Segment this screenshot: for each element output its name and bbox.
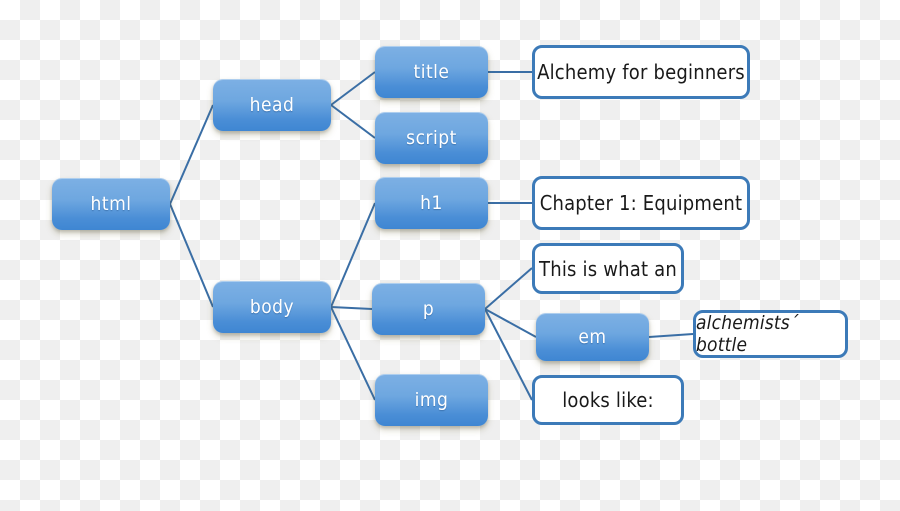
- tag-node-p[interactable]: p: [372, 283, 485, 335]
- text-box-title-text[interactable]: Alchemy for beginners: [532, 45, 750, 99]
- connector-head-to-script: [330, 104, 376, 139]
- tag-node-html[interactable]: html: [52, 178, 170, 230]
- connector-html-to-head: [169, 104, 214, 205]
- text-box-label: Chapter 1: Equipment: [539, 191, 743, 215]
- text-box-label: alchemists´ bottle: [696, 312, 799, 356]
- tag-node-em[interactable]: em: [536, 313, 649, 361]
- text-box-label: Alchemy for beginners: [537, 60, 745, 84]
- connector-body-to-img: [330, 306, 376, 401]
- diagram-canvas: html head body title script h1 p img em Alchemy f…: [0, 0, 900, 511]
- connector-body-to-p: [330, 306, 373, 310]
- tag-node-label: em: [578, 326, 607, 348]
- text-box-p-text-2[interactable]: looks like:: [532, 375, 684, 425]
- tag-node-label: html: [90, 193, 132, 215]
- connector-html-to-body: [169, 203, 214, 308]
- connector-p-to-p-text-1: [484, 267, 533, 310]
- tag-node-label: script: [406, 127, 457, 149]
- text-box-h1-text[interactable]: Chapter 1: Equipment: [532, 176, 750, 230]
- tag-node-label: img: [414, 389, 449, 411]
- text-box-label: looks like:: [562, 388, 654, 412]
- connector-p-to-em: [484, 308, 537, 338]
- connector-p-to-p-text-2: [484, 308, 533, 401]
- text-box-label: This is what an: [539, 256, 677, 281]
- tag-node-img[interactable]: img: [375, 374, 488, 426]
- tag-node-label: p: [422, 298, 435, 320]
- tag-node-label: h1: [420, 192, 443, 214]
- connector-body-to-h1: [330, 202, 376, 308]
- connector-em-to-em-text: [648, 333, 694, 338]
- tag-node-h1[interactable]: h1: [375, 177, 488, 229]
- text-box-em-text[interactable]: alchemists´ bottle: [693, 310, 848, 358]
- tag-node-label: body: [249, 296, 295, 318]
- text-box-p-text-1[interactable]: This is what an: [532, 243, 684, 294]
- tag-node-script[interactable]: script: [375, 112, 488, 164]
- tag-node-label: title: [413, 61, 450, 83]
- tag-node-label: head: [249, 94, 295, 116]
- tag-node-title[interactable]: title: [375, 46, 488, 98]
- tag-node-body[interactable]: body: [213, 281, 331, 333]
- connector-head-to-title: [330, 71, 376, 106]
- tag-node-head[interactable]: head: [213, 79, 331, 131]
